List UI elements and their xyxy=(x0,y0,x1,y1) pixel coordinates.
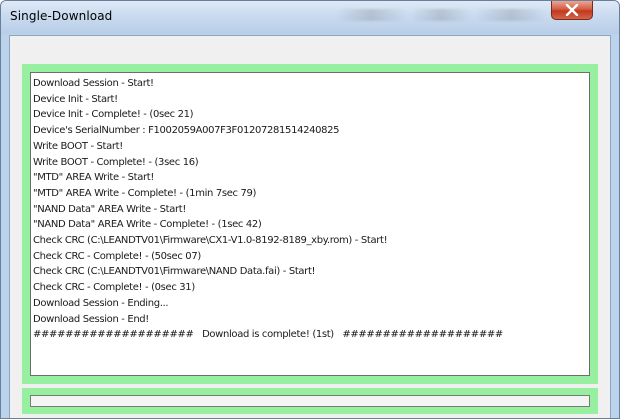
title-bar-blur xyxy=(411,9,471,21)
log-line: Download Session - End! xyxy=(33,313,149,325)
log-frame: Download Session - Start! Device Init - S… xyxy=(22,64,598,384)
log-line: Device Init - Start! xyxy=(33,93,118,105)
title-bar-blur xyxy=(336,9,406,21)
log-line: "MTD" AREA Write - Complete! - (1min 7se… xyxy=(33,187,257,199)
log-line: Check CRC (C:\LEANDTV01\Firmware\CX1-V1.… xyxy=(33,235,388,247)
log-textbox[interactable]: Download Session - Start! Device Init - S… xyxy=(30,72,590,376)
log-line: Write BOOT - Start! xyxy=(33,140,123,152)
log-line: Write BOOT - Complete! - (3sec 16) xyxy=(33,156,199,168)
log-line: "NAND Data" AREA Write - Start! xyxy=(33,203,187,215)
log-line: Download Session - Start! xyxy=(33,78,154,89)
close-button[interactable] xyxy=(551,1,593,20)
title-bar[interactable]: Single-Download xyxy=(1,1,619,34)
single-download-window: Single-Download Download Session - Start… xyxy=(0,0,620,419)
log-line: Check CRC - Complete! - (50sec 07) xyxy=(33,250,201,262)
log-line: "NAND Data" AREA Write - Complete! - (1s… xyxy=(33,219,262,231)
title-bar-blur xyxy=(476,9,546,21)
close-x-icon xyxy=(565,4,579,16)
log-lines: Download Session - Start! Device Init - S… xyxy=(33,76,503,343)
log-line: Download Session - Ending... xyxy=(33,297,169,309)
log-line: "MTD" AREA Write - Start! xyxy=(33,172,154,184)
status-field[interactable] xyxy=(30,395,590,407)
log-line: Check CRC - Complete! - (0sec 31) xyxy=(33,282,195,294)
window-title: Single-Download xyxy=(10,9,113,23)
log-line: Device's SerialNumber : F1002059A007F3F0… xyxy=(33,125,340,137)
log-line: #################### Download is complet… xyxy=(33,329,503,341)
window-client-area: Download Session - Start! Device Init - S… xyxy=(9,35,611,418)
log-line: Check CRC (C:\LEANDTV01\Firmware\NAND Da… xyxy=(33,266,316,278)
status-frame xyxy=(22,388,598,414)
log-line: Device Init - Complete! - (0sec 21) xyxy=(33,109,194,121)
